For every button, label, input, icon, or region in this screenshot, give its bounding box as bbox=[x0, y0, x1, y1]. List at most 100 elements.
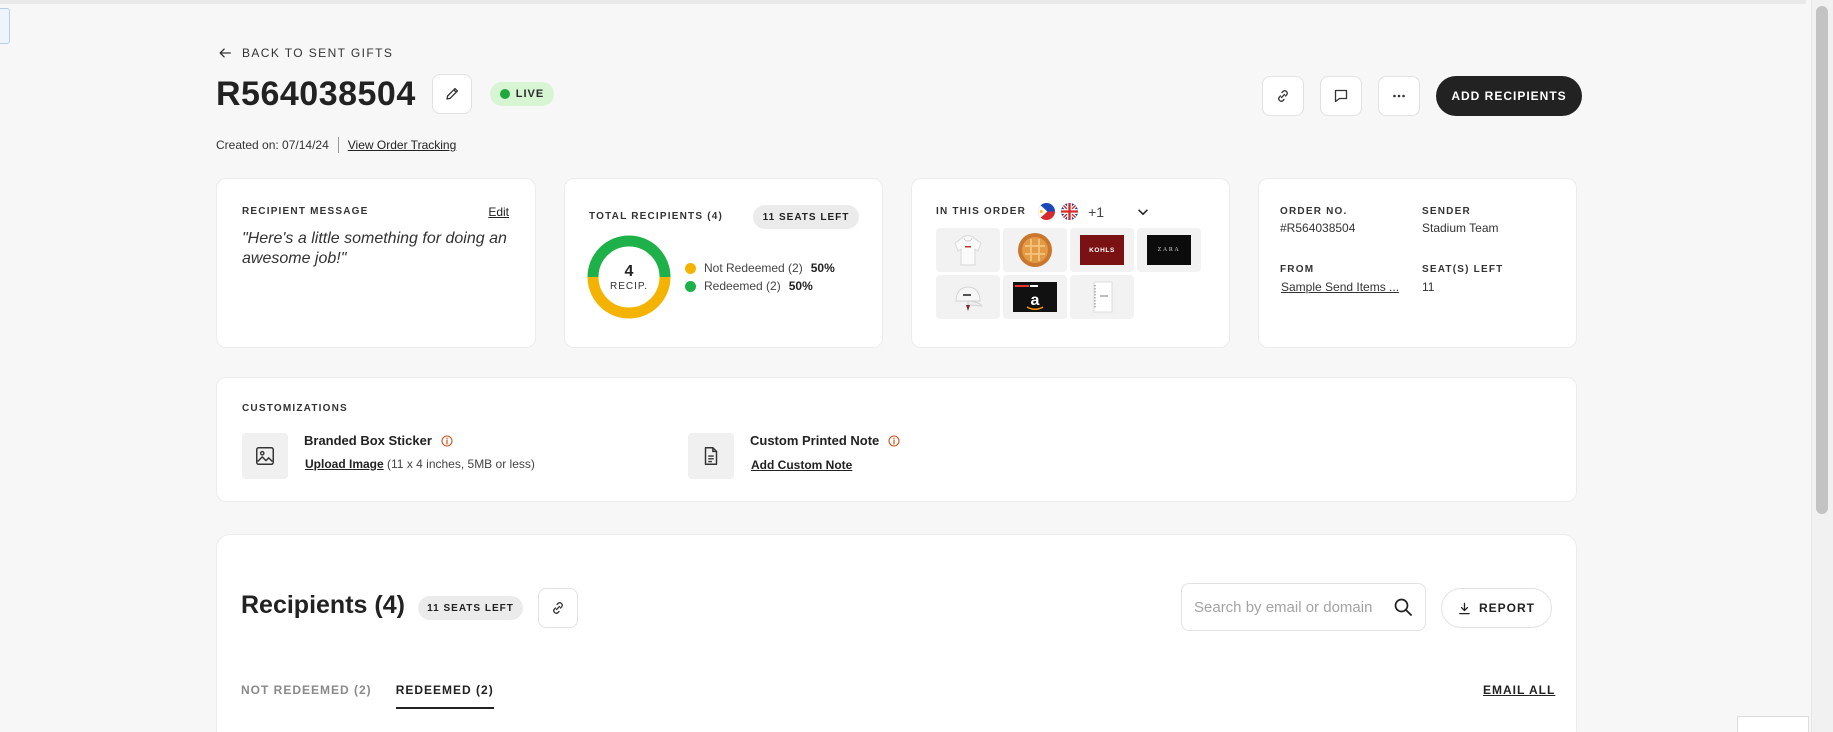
more-horizontal-icon bbox=[1393, 94, 1405, 98]
sender-value: Stadium Team bbox=[1422, 221, 1499, 235]
product-thumb-amazon-gift-card[interactable]: a bbox=[1003, 275, 1067, 319]
legend-percent: 50% bbox=[810, 261, 835, 275]
order-no-value: #R564038504 bbox=[1280, 221, 1356, 235]
link-icon bbox=[1278, 90, 1288, 102]
sticker-upload-row: Upload Image (11 x 4 inches, 5MB or less… bbox=[305, 457, 535, 471]
legend-item-not-redeemed: Not Redeemed (2) 50% bbox=[685, 259, 835, 277]
donut-center-value: 4 bbox=[624, 262, 634, 280]
report-label: REPORT bbox=[1478, 601, 1535, 615]
donut-center: 4 RECIP. bbox=[587, 235, 671, 319]
corner-widget bbox=[1737, 716, 1809, 732]
product-thumb-notebook[interactable] bbox=[1070, 275, 1134, 319]
seats-left-badge: 11 SEATS LEFT bbox=[753, 205, 859, 229]
back-to-sent-gifts-link[interactable]: BACK TO SENT GIFTS bbox=[218, 46, 393, 60]
created-date: Created on: 07/14/24 bbox=[216, 138, 329, 152]
in-this-order-label: IN THIS ORDER bbox=[936, 206, 1027, 217]
link-icon bbox=[553, 602, 563, 614]
page-title: R564038504 bbox=[216, 74, 416, 113]
product-thumbnails: KOHLS ZARA a bbox=[936, 228, 1201, 319]
order-info-card: ORDER NO. #R564038504 SENDER Stadium Tea… bbox=[1258, 178, 1577, 348]
more-options-button[interactable] bbox=[1378, 76, 1420, 116]
sticker-title: Branded Box Sticker bbox=[304, 433, 432, 448]
seats-left-value: 11 bbox=[1422, 280, 1435, 294]
report-button[interactable]: REPORT bbox=[1441, 588, 1552, 628]
hoodie-icon bbox=[954, 235, 982, 266]
from-link[interactable]: Sample Send Items ... bbox=[1281, 280, 1409, 294]
product-thumb-cap[interactable] bbox=[936, 275, 1000, 319]
recipients-title: Recipients (4) bbox=[241, 591, 405, 619]
recipient-message-text: "Here's a little something for doing an … bbox=[242, 230, 507, 267]
search-box bbox=[1181, 583, 1426, 631]
tab-redeemed[interactable]: REDEEMED (2) bbox=[395, 683, 494, 709]
divider bbox=[337, 137, 339, 153]
document-icon bbox=[704, 447, 718, 465]
info-icon[interactable] bbox=[888, 434, 900, 447]
notebook-icon bbox=[1093, 281, 1113, 313]
pencil-icon bbox=[446, 87, 458, 100]
legend-swatch bbox=[685, 262, 696, 274]
upload-image-link[interactable]: Upload Image bbox=[305, 457, 384, 471]
legend-swatch bbox=[685, 280, 696, 292]
total-recipients-card: TOTAL RECIPIENTS (4) 11 SEATS LEFT 4 REC… bbox=[564, 178, 883, 348]
product-thumb-hoodie[interactable] bbox=[936, 228, 1000, 272]
order-detail-page: BACK TO SENT GIFTS R564038504 LIVE Creat… bbox=[0, 0, 1806, 732]
kohls-brand-text: KOHLS bbox=[1089, 246, 1115, 254]
image-icon bbox=[256, 447, 274, 465]
download-icon bbox=[1459, 602, 1470, 614]
uk-flag-icon bbox=[1061, 203, 1079, 220]
note-title: Custom Printed Note bbox=[750, 433, 880, 448]
add-custom-note-link[interactable]: Add Custom Note bbox=[751, 458, 852, 472]
recipient-tabs: NOT REDEEMED (2) REDEEMED (2) bbox=[241, 683, 494, 709]
header-actions: ADD RECIPIENTS bbox=[1262, 76, 1582, 116]
created-row: Created on: 07/14/24 View Order Tracking bbox=[216, 137, 456, 153]
copy-recipient-link-button[interactable] bbox=[538, 588, 578, 628]
email-all-link[interactable]: EMAIL ALL bbox=[1483, 683, 1555, 697]
product-thumb-pie[interactable] bbox=[1003, 228, 1067, 272]
product-thumb-kohls-gift-card[interactable]: KOHLS bbox=[1070, 228, 1134, 272]
comments-button[interactable] bbox=[1320, 76, 1362, 116]
legend-item-redeemed: Redeemed (2) 50% bbox=[685, 277, 835, 295]
recipient-message-label: RECIPIENT MESSAGE bbox=[242, 206, 369, 217]
in-this-order-header: IN THIS ORDER +1 bbox=[936, 203, 1150, 220]
order-no-label: ORDER NO. bbox=[1280, 206, 1348, 217]
zara-brand-text: ZARA bbox=[1157, 247, 1181, 253]
recipients-seats-badge: 11 SEATS LEFT bbox=[418, 596, 523, 620]
recipient-message-card: RECIPIENT MESSAGE Edit "Here's a little … bbox=[216, 178, 536, 348]
status-label: LIVE bbox=[515, 88, 545, 100]
cap-icon bbox=[955, 286, 983, 311]
search-icon[interactable] bbox=[1393, 597, 1413, 617]
legend-percent: 50% bbox=[788, 279, 813, 293]
chat-bubble-icon bbox=[1334, 89, 1348, 103]
status-badge: LIVE bbox=[489, 82, 555, 106]
svg-text:a: a bbox=[1031, 292, 1040, 309]
from-label: FROM bbox=[1280, 264, 1315, 275]
recipients-section: Recipients (4) 11 SEATS LEFT REPORT NOT … bbox=[216, 534, 1577, 732]
search-input[interactable] bbox=[1194, 598, 1384, 616]
donut-legend: Not Redeemed (2) 50% Redeemed (2) 50% bbox=[685, 259, 835, 295]
add-recipients-button[interactable]: ADD RECIPIENTS bbox=[1436, 76, 1582, 116]
seats-left-label: SEAT(S) LEFT bbox=[1422, 264, 1504, 275]
amazon-gift-card-icon: a bbox=[1013, 282, 1057, 312]
vertical-scrollbar[interactable] bbox=[1811, 0, 1833, 732]
customizations-card: CUSTOMIZATIONS Branded Box Sticker Uploa… bbox=[216, 377, 1577, 502]
sticker-image-placeholder bbox=[242, 433, 288, 479]
arrow-left-icon bbox=[219, 48, 231, 58]
product-thumb-zara-gift-card[interactable]: ZARA bbox=[1137, 228, 1201, 272]
edit-title-button[interactable] bbox=[431, 74, 472, 114]
view-order-tracking-link[interactable]: View Order Tracking bbox=[348, 138, 457, 152]
customizations-label: CUSTOMIZATIONS bbox=[242, 403, 348, 414]
pie-icon bbox=[1018, 233, 1052, 267]
note-title-row: Custom Printed Note bbox=[750, 433, 900, 448]
note-add-row: Add Custom Note bbox=[751, 458, 852, 472]
info-icon[interactable] bbox=[441, 434, 453, 447]
tab-not-redeemed[interactable]: NOT REDEEMED (2) bbox=[241, 683, 372, 709]
note-document-placeholder bbox=[688, 433, 734, 479]
chevron-down-icon[interactable] bbox=[1136, 205, 1150, 219]
in-this-order-card: IN THIS ORDER +1 KOHLS ZARA a bbox=[911, 178, 1230, 348]
scrollbar-thumb[interactable] bbox=[1816, 6, 1828, 514]
philippines-flag-icon bbox=[1038, 203, 1056, 220]
sender-label: SENDER bbox=[1422, 206, 1471, 217]
edit-message-link[interactable]: Edit bbox=[488, 205, 509, 219]
copy-link-button[interactable] bbox=[1262, 76, 1304, 116]
legend-label: Not Redeemed (2) bbox=[704, 261, 803, 275]
